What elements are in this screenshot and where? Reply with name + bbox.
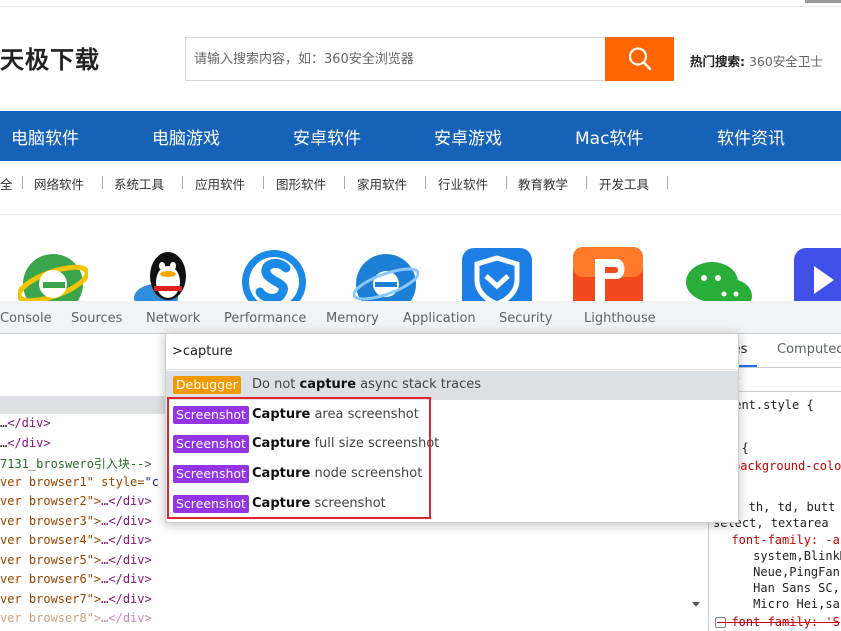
ie-browser-icon[interactable]	[18, 244, 88, 302]
hot-search-value[interactable]: 360安全卫士	[749, 54, 823, 69]
nav-item-pc-games[interactable]: 电脑游戏	[152, 124, 220, 149]
subnav-divider	[263, 176, 264, 189]
main-nav: 电脑软件 电脑游戏 安卓软件 安卓游戏 Mac软件 软件资讯	[0, 111, 841, 161]
style-property-overridden[interactable]: font-family: 'S	[717, 615, 839, 629]
code-line[interactable]: …</div>	[0, 436, 51, 450]
site-logo[interactable]: 天极下载	[0, 40, 100, 75]
command-label: Capture screenshot	[252, 496, 386, 511]
tab-security[interactable]: Security	[499, 311, 552, 326]
nav-item-android-games[interactable]: 安卓游戏	[434, 124, 502, 149]
subnav-divider	[182, 176, 183, 189]
command-item-capture-area[interactable]: Screenshot Capture area screenshot	[166, 401, 738, 430]
command-input[interactable]	[172, 338, 722, 364]
subnav-divider	[102, 176, 103, 189]
code-line[interactable]: …</div>	[0, 416, 51, 430]
style-rule-line[interactable]: y, th, td, butt	[727, 500, 835, 514]
code-line-partial[interactable]: ver browser8">…</div>	[0, 611, 152, 625]
top-divider	[0, 6, 841, 7]
style-rule-line[interactable]: ment.style {	[727, 398, 814, 412]
subnav-item-all[interactable]: 全	[0, 174, 13, 193]
video-icon[interactable]	[794, 248, 841, 302]
command-input-wrap	[166, 334, 738, 370]
category-badge: Screenshot	[173, 495, 249, 513]
category-badge: Debugger	[173, 376, 241, 394]
tab-sources[interactable]: Sources	[71, 311, 122, 326]
command-label: Capture area screenshot	[252, 407, 419, 422]
pdf-icon[interactable]	[573, 247, 643, 302]
style-property-value: Neue,PingFan	[717, 565, 840, 579]
subnav-item-industry[interactable]: 行业软件	[438, 174, 488, 193]
tab-computed[interactable]: Computed	[777, 342, 841, 357]
section-divider	[0, 214, 841, 215]
sogou-icon[interactable]	[240, 246, 308, 302]
command-item-capture-node[interactable]: Screenshot Capture node screenshot	[166, 460, 738, 489]
top-corner-mark	[805, 0, 841, 3]
code-line[interactable]: ver browser4">…</div>	[0, 533, 152, 547]
code-line[interactable]: ver browser6">…</div>	[0, 572, 152, 586]
code-line[interactable]: ver browser5">…</div>	[0, 553, 152, 567]
search-button[interactable]	[605, 37, 674, 81]
code-line[interactable]: ver browser2">…</div>	[0, 494, 152, 508]
qq-icon[interactable]	[126, 246, 198, 302]
tab-performance[interactable]: Performance	[224, 311, 306, 326]
subnav-divider	[586, 176, 587, 189]
command-item-capture-screenshot[interactable]: Screenshot Capture screenshot	[166, 490, 738, 519]
category-badge: Screenshot	[173, 465, 249, 483]
hot-search-label: 热门搜索:	[690, 54, 745, 69]
scroll-down-icon[interactable]	[692, 602, 700, 607]
subnav-divider	[425, 176, 426, 189]
style-property-value: system,BlinkM	[717, 549, 841, 563]
subnav-divider	[506, 176, 507, 189]
subnav-divider	[344, 176, 345, 189]
search-input[interactable]	[186, 38, 605, 80]
command-menu: Debugger Do not capture async stack trac…	[165, 333, 739, 523]
hot-search: 热门搜索: 360安全卫士	[690, 51, 823, 70]
category-badge: Screenshot	[173, 435, 249, 453]
search-icon	[628, 47, 651, 71]
style-property[interactable]: font-family: -a	[717, 533, 839, 547]
nav-item-pc-software[interactable]: 电脑软件	[11, 124, 79, 149]
subnav-item-education[interactable]: 教育教学	[518, 174, 568, 193]
code-line[interactable]: ver browser3">…</div>	[0, 514, 152, 528]
style-property-value: Han Sans SC,	[717, 581, 840, 595]
tab-console[interactable]: Console	[0, 311, 52, 326]
command-item-capture-full[interactable]: Screenshot Capture full size screenshot	[166, 430, 738, 459]
category-badge: Screenshot	[173, 406, 249, 424]
subnav-item-dev-tools[interactable]: 开发工具	[599, 174, 649, 193]
tab-memory[interactable]: Memory	[326, 311, 379, 326]
subnav-item-system[interactable]: 系统工具	[114, 174, 164, 193]
elements-highlight-bar	[0, 396, 166, 414]
code-line[interactable]: ver browser7">…</div>	[0, 592, 152, 606]
command-label: Capture node screenshot	[252, 466, 423, 481]
nav-item-mac-software[interactable]: Mac软件	[575, 124, 643, 149]
code-line[interactable]: ver browser1" style="c	[0, 475, 159, 489]
nav-item-software-news[interactable]: 软件资讯	[717, 124, 785, 149]
subnav-item-graphics[interactable]: 图形软件	[276, 174, 326, 193]
command-item-debugger-async[interactable]: Debugger Do not capture async stack trac…	[166, 371, 738, 400]
nav-item-android-software[interactable]: 安卓软件	[293, 124, 361, 149]
wechat-icon[interactable]	[684, 262, 754, 302]
search-box[interactable]	[185, 37, 605, 81]
subnav-divider	[22, 176, 23, 189]
subnav-item-network[interactable]: 网络软件	[34, 174, 84, 193]
style-property-value: Micro Hei,sa	[717, 597, 840, 611]
style-property[interactable]: background-colo	[733, 459, 841, 473]
tab-network[interactable]: Network	[146, 311, 200, 326]
subnav-item-home[interactable]: 家用软件	[357, 174, 407, 193]
subnav-divider	[667, 176, 668, 189]
tab-application[interactable]: Application	[403, 311, 476, 326]
tab-lighthouse[interactable]: Lighthouse	[584, 311, 656, 326]
command-label: Do not capture async stack traces	[252, 377, 482, 392]
ie-e-icon[interactable]	[353, 250, 419, 302]
command-label: Capture full size screenshot	[252, 436, 440, 451]
devtools-tab-bar: Console Sources Network Performance Memo…	[0, 301, 841, 334]
subnav-item-apps[interactable]: 应用软件	[195, 174, 245, 193]
shield-icon[interactable]	[462, 248, 532, 302]
code-line[interactable]: 7131_broswero引入块-->	[0, 455, 152, 472]
